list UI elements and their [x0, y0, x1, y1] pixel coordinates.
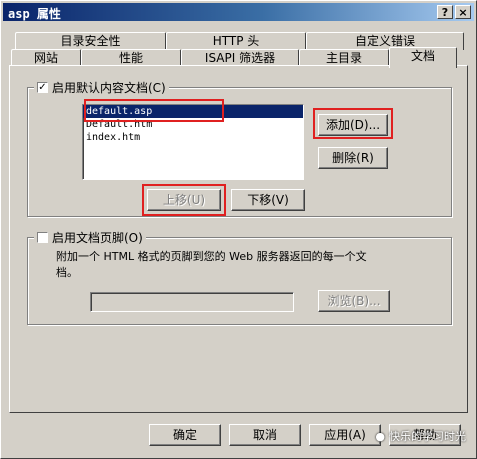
list-item[interactable]: Default.htm	[83, 118, 303, 131]
enable-default-doc-checkbox[interactable]: ✓	[37, 81, 48, 93]
footer-description-line2: 档。	[56, 266, 78, 279]
properties-dialog: asp 属性 ? × 目录安全性 HTTP 头 自定义错误 网站 性能 ISAP…	[0, 0, 477, 459]
enable-footer-label: 启用文档页脚(O)	[52, 230, 143, 245]
tab-http-headers[interactable]: HTTP 头	[166, 32, 306, 50]
watermark: ● 快乐的学习时光	[375, 428, 466, 444]
watermark-text: 快乐的学习时光	[389, 430, 466, 443]
document-footer-legend[interactable]: 启用文档页脚(O)	[34, 230, 146, 245]
ok-button[interactable]: 确定	[149, 424, 221, 446]
title-bar: asp 属性 ? ×	[3, 3, 474, 21]
default-document-legend[interactable]: ✓ 启用默认内容文档(C)	[34, 80, 169, 95]
apply-button[interactable]: 应用(A)	[309, 424, 381, 446]
move-up-button[interactable]: 上移(U)	[147, 189, 221, 211]
remove-button[interactable]: 删除(R)	[318, 147, 388, 169]
footer-path-field[interactable]	[90, 292, 294, 312]
documents-panel: ✓ 启用默认内容文档(C) default.asp Default.htm in…	[9, 65, 468, 413]
list-item[interactable]: index.htm	[83, 131, 303, 144]
wechat-icon: ●	[375, 429, 385, 443]
tab-directory-security[interactable]: 目录安全性	[15, 32, 166, 50]
close-icon[interactable]: ×	[455, 5, 471, 19]
footer-description: 附加一个 HTML 格式的页脚到您的 Web 服务器返回的每一个文 档。	[56, 249, 446, 281]
list-item[interactable]: default.asp	[83, 105, 303, 118]
move-down-button[interactable]: 下移(V)	[231, 189, 305, 211]
window-title: asp 属性	[8, 7, 61, 21]
enable-footer-checkbox[interactable]	[37, 231, 48, 243]
help-title-button[interactable]: ?	[437, 5, 453, 19]
footer-description-line1: 附加一个 HTML 格式的页脚到您的 Web 服务器返回的每一个文	[56, 250, 367, 263]
browse-button[interactable]: 浏览(B)...	[318, 290, 390, 312]
enable-default-doc-label: 启用默认内容文档(C)	[52, 80, 166, 95]
tab-documents[interactable]: 文档	[389, 47, 457, 68]
default-doc-list[interactable]: default.asp Default.htm index.htm	[82, 104, 304, 180]
cancel-button[interactable]: 取消	[229, 424, 301, 446]
add-button[interactable]: 添加(D)...	[318, 114, 388, 136]
